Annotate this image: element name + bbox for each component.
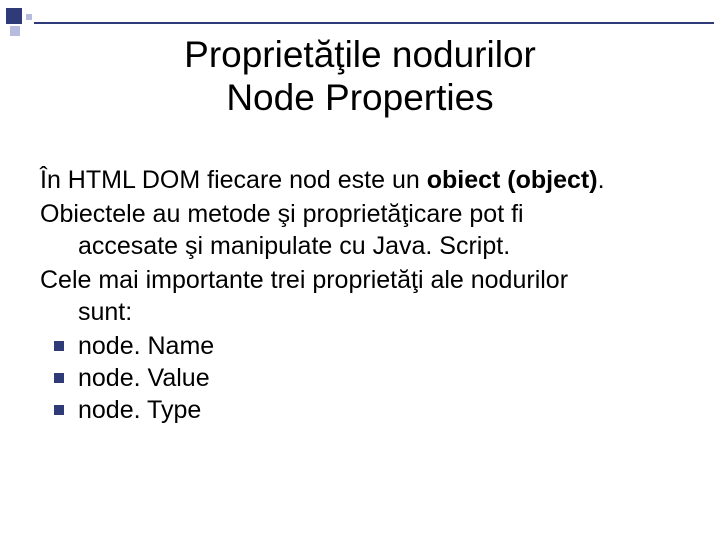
slide-body: În HTML DOM fiecare nod este un obiect (… [40,164,680,426]
body-p1-bold: obiect (object) [427,166,598,194]
list-item: node. Value [40,362,680,394]
bullet-1: node. Name [78,332,214,360]
bullet-3: node. Type [78,396,201,424]
body-para-1: În HTML DOM fiecare nod este un obiect (… [40,164,680,196]
list-item: node. Type [40,394,680,426]
body-p2-line1: Obiectele au metode şi proprietăţicare p… [40,200,524,228]
title-line-1: Proprietăţile nodurilor [184,34,536,75]
bullet-list: node. Name node. Value node. Type [40,330,680,426]
list-item: node. Name [40,330,680,362]
body-para-3: Cele mai importante trei proprietăţi ale… [40,264,680,328]
body-p1-post: . [598,166,605,194]
deco-square-large [6,8,22,24]
deco-bar [34,22,714,24]
body-p3-line2: sunt: [40,296,680,328]
body-para-2: Obiectele au metode şi proprietăţicare p… [40,198,680,262]
body-p1-pre: În HTML DOM fiecare nod este un [40,166,427,194]
title-line-2: Node Properties [226,77,493,118]
body-p3-line1: Cele mai importante trei proprietăţi ale… [40,266,568,294]
deco-square-small [26,14,32,20]
slide-title: Proprietăţile nodurilor Node Properties [0,34,720,119]
bullet-2: node. Value [78,364,210,392]
body-p2-line2: accesate şi manipulate cu Java. Script. [40,230,680,262]
